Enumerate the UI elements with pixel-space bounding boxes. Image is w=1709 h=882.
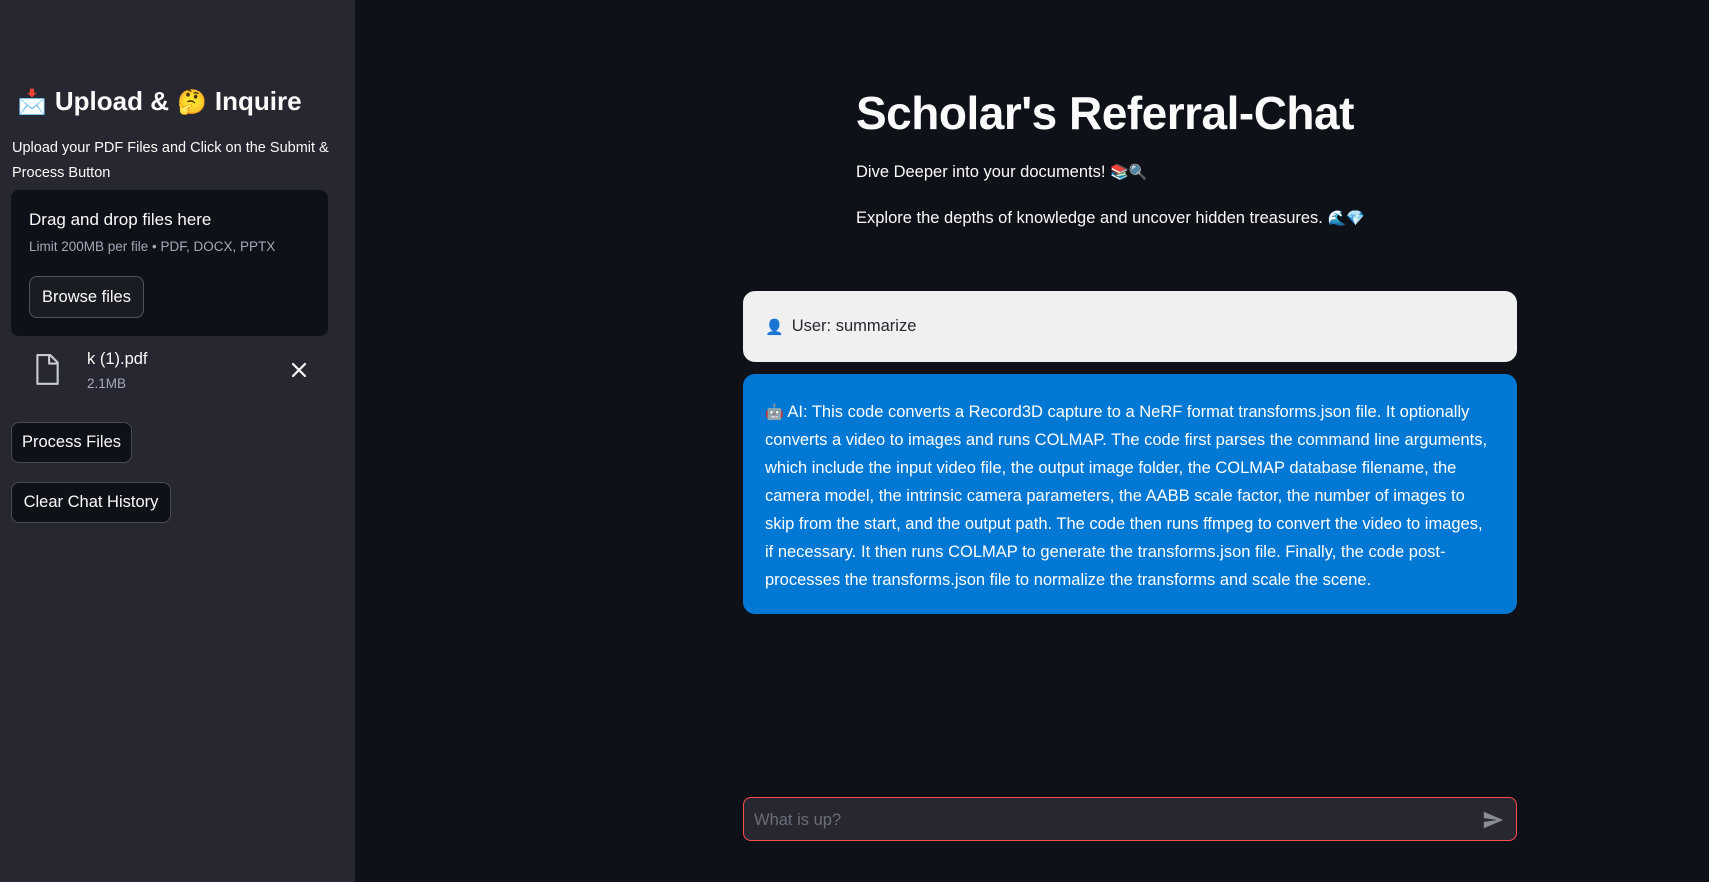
chat-input[interactable] (752, 798, 1456, 842)
sidebar-title-part-1: Upload & (54, 86, 169, 116)
file-icon (36, 354, 59, 385)
close-icon[interactable] (289, 360, 309, 380)
subtitle-text: Explore the depths of knowledge and unco… (856, 209, 1323, 227)
sidebar-title-part-2: Inquire (214, 86, 302, 116)
user-message: 👤 User: summarize (743, 291, 1517, 362)
process-files-button[interactable]: Process Files (11, 422, 132, 463)
sidebar-title: 📩 Upload & 🤔 Inquire (17, 86, 302, 117)
sidebar-subtitle: Upload your PDF Files and Click on the S… (12, 140, 329, 181)
file-name: k (1).pdf (87, 350, 148, 368)
browse-files-button[interactable]: Browse files (29, 276, 144, 318)
mailbox-icon: 📩 (17, 87, 47, 116)
books-magnifier-icon: 📚🔍 (1110, 163, 1148, 181)
tagline-text: Dive Deeper into your documents! (856, 163, 1106, 181)
robot-icon: 🤖 (765, 403, 784, 421)
page-title: Scholar's Referral-Chat (856, 87, 1354, 139)
sidebar: 📩 Upload & 🤔 Inquire Upload your PDF Fil… (0, 0, 355, 882)
file-size: 2.1MB (87, 376, 127, 391)
ai-message: 🤖 AI: This code converts a Record3D capt… (743, 374, 1517, 614)
file-dropzone[interactable]: Drag and drop files here Limit 200MB per… (11, 190, 328, 336)
send-icon[interactable] (1482, 809, 1504, 831)
chat-input-container (743, 797, 1517, 842)
page-tagline: Dive Deeper into your documents! 📚🔍 (856, 163, 1147, 182)
user-message-text: User: summarize (791, 317, 917, 335)
user-icon: 👤 (765, 317, 784, 336)
thinking-face-icon: 🤔 (177, 87, 207, 116)
uploaded-file-item: k (1).pdf 2.1MB (34, 350, 324, 400)
page-subtitle: Explore the depths of knowledge and unco… (856, 209, 1365, 228)
dropzone-limit: Limit 200MB per file • PDF, DOCX, PPTX (29, 239, 276, 254)
ai-message-text: AI: This code converts a Record3D captur… (765, 403, 1488, 589)
clear-chat-history-button[interactable]: Clear Chat History (11, 482, 171, 523)
dropzone-title: Drag and drop files here (29, 210, 212, 229)
wave-gem-icon: 🌊💎 (1327, 209, 1365, 227)
